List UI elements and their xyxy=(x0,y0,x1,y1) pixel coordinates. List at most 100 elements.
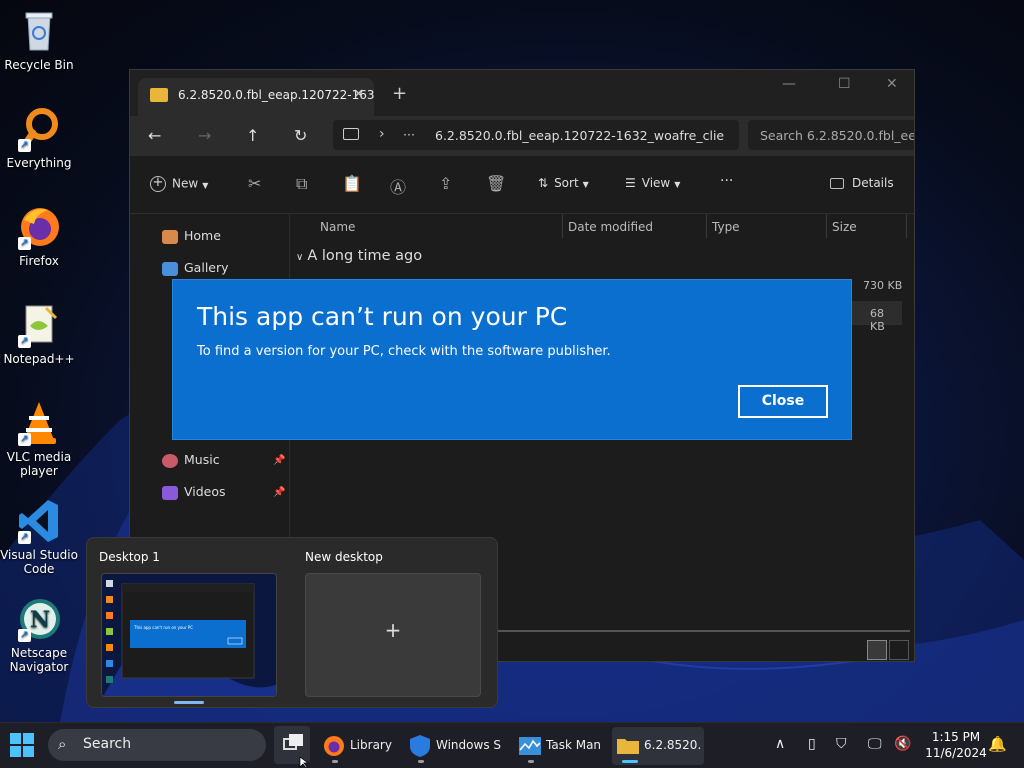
start-button[interactable] xyxy=(10,733,34,757)
sidebar-item-label: Videos xyxy=(184,484,226,499)
sidebar-item-music[interactable]: Music xyxy=(162,452,220,468)
column-name[interactable]: Name xyxy=(320,220,355,234)
new-label: New xyxy=(172,176,199,191)
taskbar-app-label: Windows S xyxy=(436,738,501,752)
view-icon: ☰ xyxy=(625,176,636,190)
taskbar-app-windows-security[interactable]: Windows S xyxy=(404,727,502,765)
paste-icon[interactable]: 📋 xyxy=(342,174,362,193)
delete-icon[interactable]: 🗑 xyxy=(486,174,506,193)
windows-logo-icon xyxy=(10,733,34,757)
path-segment[interactable]: 6.2.8520.0.fbl_eeap.120722-1632_woafre_c… xyxy=(435,128,724,143)
group-header[interactable]: ∨ A long time ago xyxy=(296,248,422,264)
more-options-button[interactable]: ··· xyxy=(720,173,733,189)
desktop-icon-notepad-plus-plus[interactable]: ↗ Notepad++ xyxy=(0,302,78,366)
column-divider[interactable] xyxy=(562,214,563,238)
volume-muted-icon[interactable]: 🔇 xyxy=(894,736,911,752)
desktop-icon-label: Netscape Navigator xyxy=(9,646,69,674)
path-chevron-icon: › xyxy=(379,126,385,142)
security-warning-icon[interactable]: ⛉ xyxy=(836,736,847,752)
clock[interactable]: 1:15 PM 11/6/2024 xyxy=(922,729,990,761)
close-button[interactable]: Close xyxy=(738,385,828,418)
rename-icon[interactable]: Ⓐ xyxy=(390,174,406,198)
close-window-button[interactable]: ✕ xyxy=(886,76,898,92)
network-icon[interactable]: 🖵 xyxy=(868,736,882,752)
taskbar-app-firefox[interactable]: Library xyxy=(318,727,394,765)
refresh-button[interactable]: ↻ xyxy=(294,126,307,145)
new-button[interactable]: + New ▼ xyxy=(150,176,208,192)
sidebar-item-label: Home xyxy=(184,228,221,243)
desktop-icon-recycle-bin[interactable]: Recycle Bin xyxy=(0,8,78,72)
cut-icon[interactable]: ✂ xyxy=(248,174,261,193)
taskbar-app-label: Library xyxy=(350,738,392,752)
dialog-message: To find a version for your PC, check wit… xyxy=(197,344,611,359)
minimize-button[interactable]: — xyxy=(782,76,796,92)
taskbar-app-task-manager[interactable]: Task Man xyxy=(514,727,604,765)
sidebar-item-videos[interactable]: Videos xyxy=(162,484,226,500)
chevron-down-icon: ▼ xyxy=(674,180,681,189)
desktop-icon-vlc[interactable]: ↗ VLC media player xyxy=(0,400,78,478)
taskbar-search[interactable]: ⌕ Search xyxy=(48,729,266,761)
show-hidden-icons-chevron-icon[interactable]: ∧ xyxy=(775,736,785,752)
desktop-1-thumbnail[interactable]: This app can't run on your PC xyxy=(101,573,277,697)
clock-time: 1:15 PM xyxy=(931,730,981,744)
shortcut-arrow-icon: ↗ xyxy=(18,629,31,642)
active-desktop-indicator xyxy=(174,701,204,704)
column-date-modified[interactable]: Date modified xyxy=(568,220,653,234)
column-type[interactable]: Type xyxy=(712,220,740,234)
view-button[interactable]: ☰ View ▼ xyxy=(625,176,680,190)
plus-circle-icon: + xyxy=(150,176,166,192)
desktop-icon-netscape[interactable]: N ↗ Netscape Navigator xyxy=(0,596,78,674)
sidebar-item-label: Music xyxy=(184,452,220,467)
search-input[interactable]: Search 6.2.8520.0.fbl_eea xyxy=(748,120,914,150)
back-button[interactable]: ← xyxy=(148,126,161,145)
vscode-icon: ↗ xyxy=(16,498,62,544)
up-button[interactable]: ↑ xyxy=(246,126,259,145)
chevron-down-icon: ▼ xyxy=(582,180,589,189)
forward-button[interactable]: → xyxy=(198,126,211,145)
sidebar-item-gallery[interactable]: Gallery xyxy=(162,260,229,276)
firefox-icon xyxy=(324,736,344,756)
details-label: Details xyxy=(852,176,894,190)
new-desktop-button[interactable]: + xyxy=(305,573,481,697)
column-headers: Name Date modified Type Size xyxy=(290,214,914,238)
desktop-icon-label: Notepad++ xyxy=(3,352,75,366)
details-view-icon[interactable] xyxy=(867,640,887,660)
sort-button[interactable]: ⇅ Sort ▼ xyxy=(538,176,589,190)
tiles-view-icon[interactable] xyxy=(889,640,909,660)
maximize-button[interactable]: ☐ xyxy=(838,76,851,92)
explorer-tab[interactable]: 6.2.8520.0.fbl_eeap.120722-163 ✕ xyxy=(138,78,374,116)
column-divider[interactable] xyxy=(906,214,907,238)
firefox-icon: ↗ xyxy=(16,204,62,250)
column-divider[interactable] xyxy=(706,214,707,238)
shortcut-arrow-icon: ↗ xyxy=(18,335,31,348)
column-size[interactable]: Size xyxy=(832,220,857,234)
search-icon: ⌕ xyxy=(58,735,67,753)
view-toggle xyxy=(867,640,911,660)
details-button[interactable]: Details xyxy=(830,176,894,190)
new-tab-button[interactable]: + xyxy=(392,83,407,104)
copy-icon[interactable]: ⧉ xyxy=(296,174,307,194)
desktop-icon-vscode[interactable]: ↗ Visual Studio Code xyxy=(0,498,78,576)
path-overflow-button[interactable]: ··· xyxy=(403,127,415,142)
tablet-icon[interactable]: ▯ xyxy=(808,736,816,752)
address-bar[interactable]: › ··· 6.2.8520.0.fbl_eeap.120722-1632_wo… xyxy=(333,120,739,150)
pin-icon: 📌 xyxy=(273,455,286,466)
command-bar: + New ▼ ✂ ⧉ 📋 Ⓐ ⇪ 🗑 ⇅ Sort ▼ ☰ View ▼ ··· Deta… xyxy=(130,156,914,214)
sidebar-item-home[interactable]: Home xyxy=(162,228,221,244)
chevron-down-icon: ▼ xyxy=(202,180,209,190)
details-pane-icon xyxy=(830,178,844,189)
vlc-icon: ↗ xyxy=(16,400,62,446)
this-pc-icon xyxy=(343,128,359,140)
column-divider[interactable] xyxy=(826,214,827,238)
desktop-icon-firefox[interactable]: ↗ Firefox xyxy=(0,204,78,268)
notification-bell-icon[interactable]: 🔔 xyxy=(988,735,1007,753)
group-label: A long time ago xyxy=(307,248,423,264)
thumb-dialog-title: This app can't run on your PC xyxy=(133,625,193,630)
taskbar-app-file-explorer[interactable]: 6.2.8520. xyxy=(612,727,704,765)
tab-close-icon[interactable]: ✕ xyxy=(353,87,364,102)
desktop-icon-label: Recycle Bin xyxy=(4,58,74,72)
share-icon[interactable]: ⇪ xyxy=(439,174,452,193)
recycle-bin-icon xyxy=(16,8,62,54)
desktop-icon-everything[interactable]: ↗ Everything xyxy=(0,106,78,170)
shortcut-arrow-icon: ↗ xyxy=(18,433,31,446)
